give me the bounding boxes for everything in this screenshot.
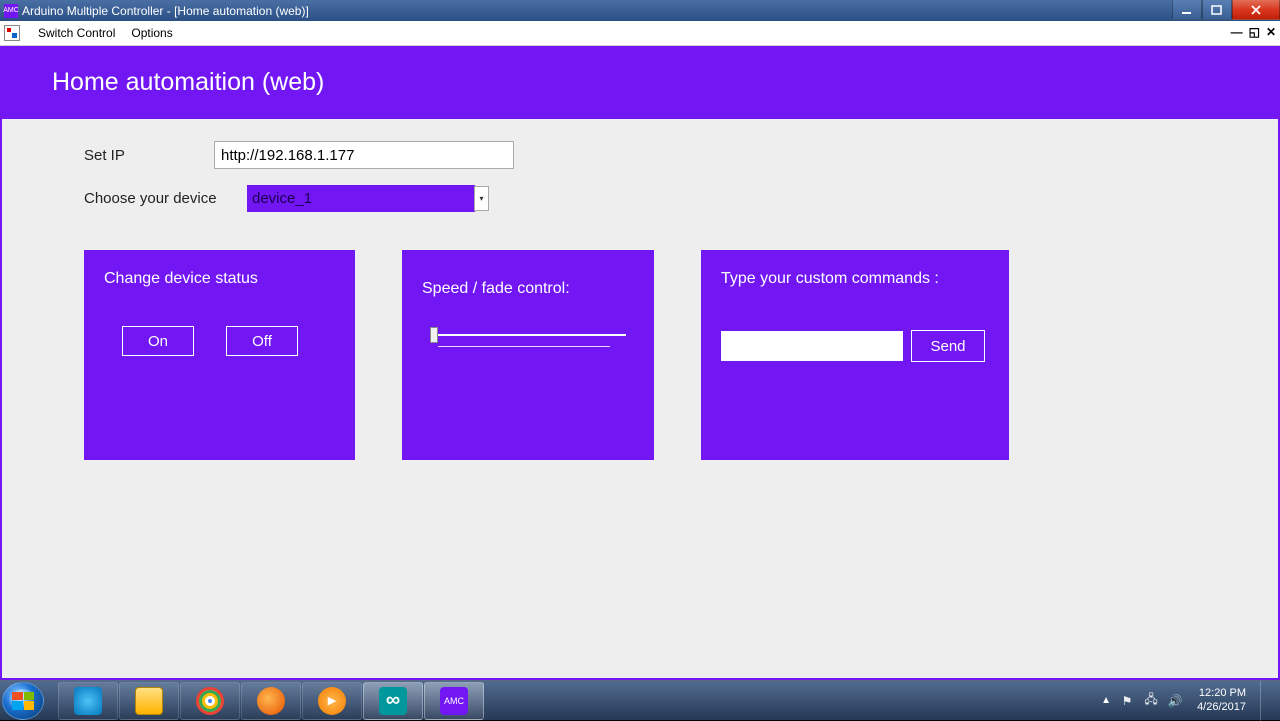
- window-title: Arduino Multiple Controller - [Home auto…: [22, 4, 309, 18]
- clock[interactable]: 12:20 PM 4/26/2017: [1197, 687, 1246, 715]
- device-combobox[interactable]: device_1 ▾: [247, 185, 475, 212]
- menu-switch-control[interactable]: Switch Control: [30, 23, 123, 43]
- ip-label: Set IP: [84, 147, 214, 164]
- taskbar: AMC ▲ ⚑ 🖧 🔊 12:20 PM 4/26/2017: [0, 680, 1280, 720]
- send-button[interactable]: Send: [911, 330, 985, 362]
- amc-icon: AMC: [440, 687, 468, 715]
- card-custom-title: Type your custom commands :: [721, 270, 989, 288]
- system-tray: ▲ ⚑ 🖧 🔊 12:20 PM 4/26/2017: [1091, 681, 1280, 720]
- card-status-title: Change device status: [104, 270, 335, 288]
- device-selected-value: device_1: [252, 190, 312, 207]
- card-speed-fade: Speed / fade control:: [402, 250, 654, 460]
- taskbar-item-arduino[interactable]: [363, 682, 423, 720]
- slider-tick-line: [438, 346, 610, 347]
- network-icon[interactable]: 🖧: [1143, 693, 1159, 709]
- clock-date: 4/26/2017: [1197, 701, 1246, 715]
- mediaplayer-icon: [318, 687, 346, 715]
- explorer-icon: [135, 687, 163, 715]
- taskbar-item-firefox[interactable]: [241, 682, 301, 720]
- tray-overflow-icon[interactable]: ▲: [1101, 695, 1111, 706]
- menubar: Switch Control Options — ◱ ✕: [0, 21, 1280, 46]
- on-button[interactable]: On: [122, 326, 194, 356]
- show-desktop-button[interactable]: [1260, 681, 1272, 721]
- slider-thumb[interactable]: [430, 327, 438, 343]
- taskbar-item-ie[interactable]: [58, 682, 118, 720]
- client-area: Home automaition (web) Set IP Choose you…: [0, 46, 1280, 680]
- firefox-icon: [257, 687, 285, 715]
- mdi-restore-icon[interactable]: ◱: [1249, 25, 1260, 39]
- device-label: Choose your device: [84, 190, 247, 207]
- flag-icon[interactable]: ⚑: [1119, 693, 1135, 709]
- speed-slider[interactable]: [430, 332, 626, 338]
- card-speed-title: Speed / fade control:: [422, 280, 634, 298]
- mdi-minimize-icon[interactable]: —: [1231, 25, 1243, 39]
- card-custom-commands: Type your custom commands : Send: [701, 250, 1009, 460]
- mdi-child-icon: [4, 25, 20, 41]
- page-header: Home automaition (web): [2, 46, 1278, 119]
- slider-track-line: [438, 334, 626, 336]
- window-titlebar: AMC Arduino Multiple Controller - [Home …: [0, 0, 1280, 21]
- custom-command-input[interactable]: [721, 331, 903, 361]
- arduino-icon: [379, 687, 407, 715]
- taskbar-item-chrome[interactable]: [180, 682, 240, 720]
- taskbar-item-amc[interactable]: AMC: [424, 682, 484, 720]
- start-button[interactable]: [2, 682, 44, 720]
- card-change-status: Change device status On Off: [84, 250, 355, 460]
- app-icon: AMC: [4, 4, 18, 18]
- minimize-button[interactable]: [1172, 0, 1202, 20]
- taskbar-item-mediaplayer[interactable]: [302, 682, 362, 720]
- chevron-down-icon[interactable]: ▾: [474, 186, 489, 211]
- mdi-close-icon[interactable]: ✕: [1266, 25, 1276, 39]
- volume-icon[interactable]: 🔊: [1167, 693, 1183, 709]
- off-button[interactable]: Off: [226, 326, 298, 356]
- taskbar-item-explorer[interactable]: [119, 682, 179, 720]
- page-title: Home automaition (web): [52, 68, 324, 97]
- close-button[interactable]: [1232, 0, 1280, 20]
- ie-icon: [74, 687, 102, 715]
- ip-input[interactable]: [214, 141, 514, 169]
- clock-time: 12:20 PM: [1197, 687, 1246, 701]
- chrome-icon: [196, 687, 224, 715]
- menu-options[interactable]: Options: [123, 23, 180, 43]
- maximize-button[interactable]: [1202, 0, 1232, 20]
